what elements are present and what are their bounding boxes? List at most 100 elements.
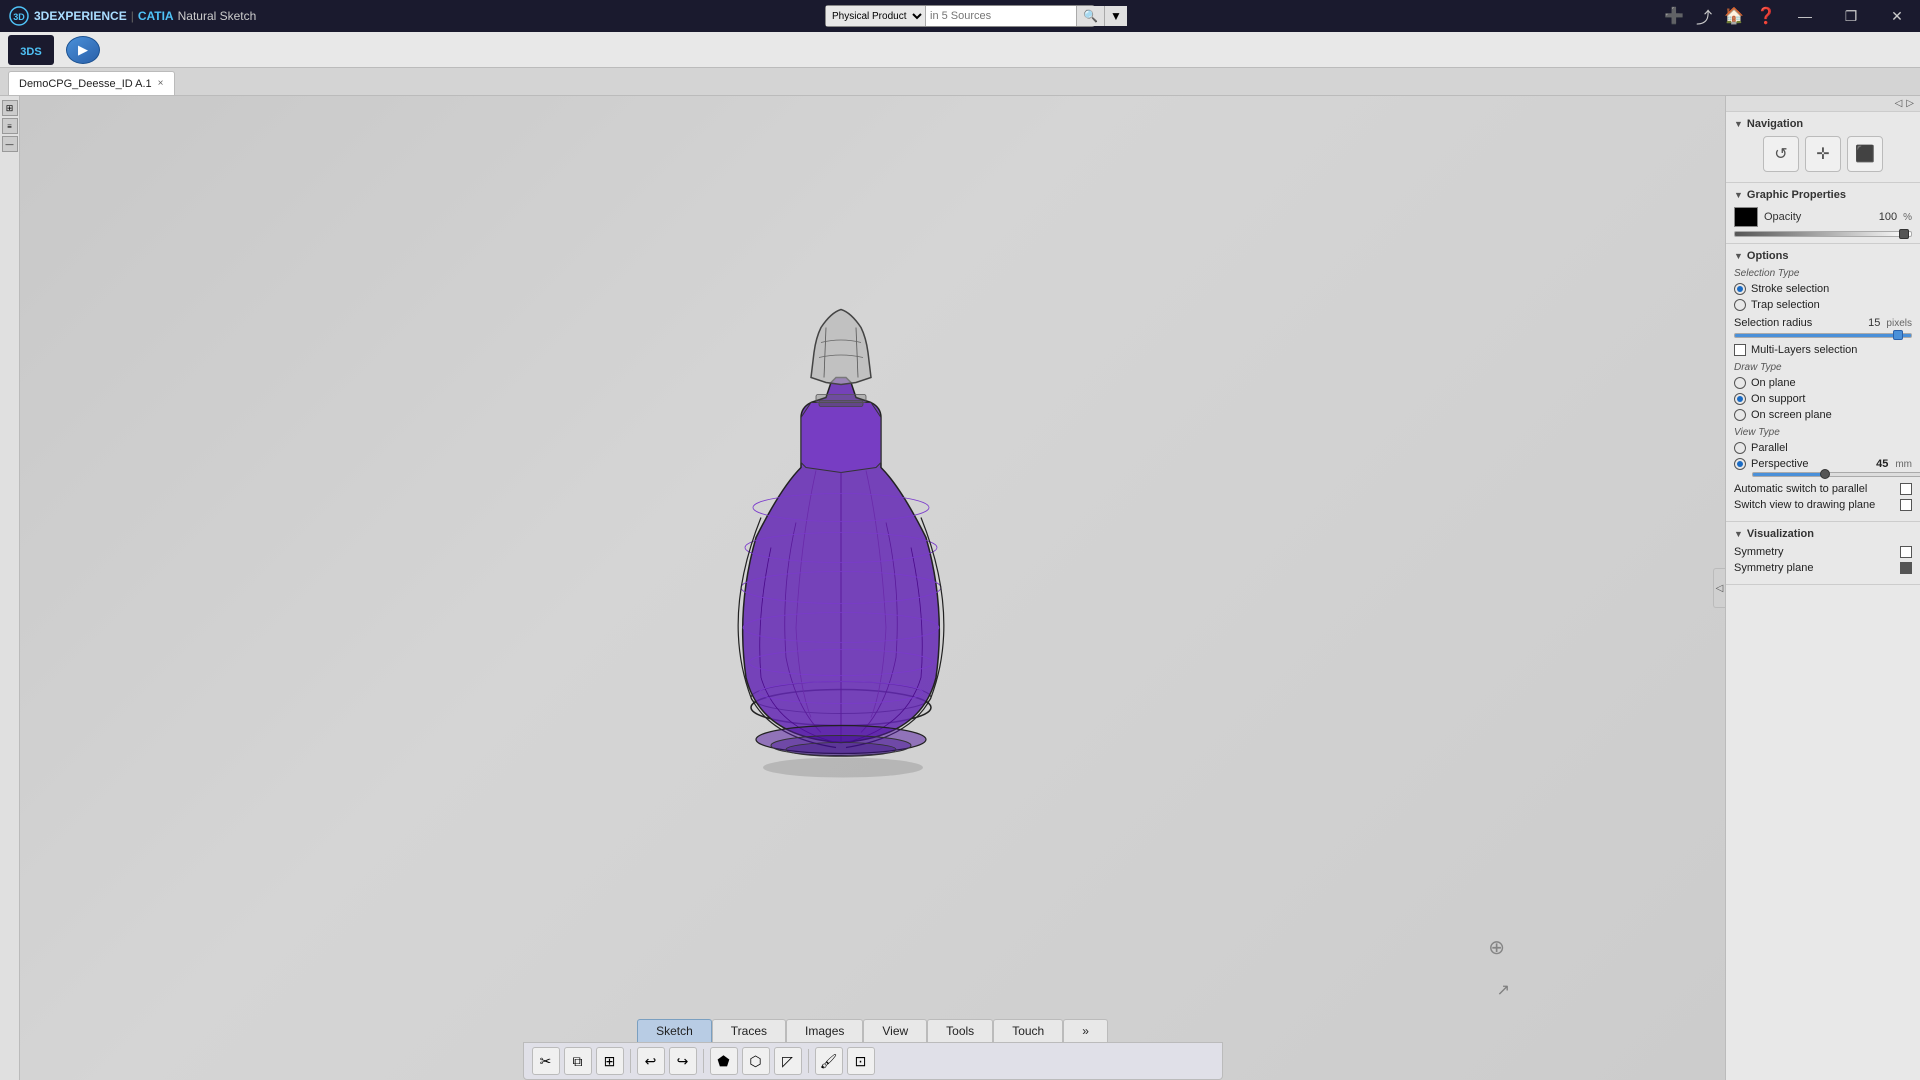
- pan-nav-button[interactable]: ✛: [1805, 136, 1841, 172]
- graphic-properties-title: Graphic Properties: [1747, 189, 1846, 201]
- play-button[interactable]: ▶: [66, 36, 100, 64]
- rotate-nav-button[interactable]: ↺: [1763, 136, 1799, 172]
- tab-close-button[interactable]: ×: [158, 78, 164, 89]
- parallel-row: Parallel: [1734, 442, 1912, 454]
- symmetry-plane-label: Symmetry plane: [1734, 562, 1895, 574]
- navigation-title: Navigation: [1747, 118, 1803, 130]
- on-screen-plane-row: On screen plane: [1734, 409, 1912, 421]
- on-screen-plane-label: On screen plane: [1751, 409, 1832, 421]
- on-plane-row: On plane: [1734, 377, 1912, 389]
- on-support-row: On support: [1734, 393, 1912, 405]
- trap-selection-radio[interactable]: [1734, 299, 1746, 311]
- viz-collapse-arrow: ▼: [1734, 529, 1743, 539]
- bottom-tab-traces[interactable]: Traces: [712, 1019, 786, 1042]
- close-button[interactable]: ✕: [1874, 0, 1920, 32]
- graphic-properties-section: ▼ Graphic Properties Opacity 100 %: [1726, 183, 1920, 244]
- title-bar: 3D 3DEXPERIENCE | CATIA Natural Sketch P…: [0, 0, 1920, 32]
- search-options-button[interactable]: ▼: [1104, 6, 1127, 26]
- share-button[interactable]: ⤴: [1692, 4, 1716, 28]
- sidebar-bot-btn[interactable]: —: [2, 136, 18, 152]
- symmetry-plane-checkbox[interactable]: [1900, 562, 1912, 574]
- on-screen-plane-radio[interactable]: [1734, 409, 1746, 421]
- perspective-slider[interactable]: [1752, 472, 1920, 477]
- perspective-radio[interactable]: [1734, 458, 1746, 470]
- perspective-slider-thumb[interactable]: [1820, 469, 1830, 479]
- add-button[interactable]: ➕: [1660, 6, 1688, 26]
- scissors-tool-btn[interactable]: ✂: [532, 1047, 560, 1075]
- selection-radius-value: 15: [1855, 317, 1880, 329]
- multi-layers-label: Multi-Layers selection: [1751, 344, 1912, 356]
- bottom-tab-view[interactable]: View: [863, 1019, 927, 1042]
- sidebar-top-btn[interactable]: ⊞: [2, 100, 18, 116]
- multi-layers-checkbox[interactable]: [1734, 344, 1746, 356]
- sidebar-mid-btn[interactable]: ≡: [2, 118, 18, 134]
- panel-resize-right[interactable]: ▷: [1904, 98, 1916, 109]
- top-toolbar: 3DS ▶: [0, 32, 1920, 68]
- selection-radius-unit: pixels: [1886, 318, 1912, 329]
- visualization-title: Visualization: [1747, 528, 1814, 540]
- selection-radius-thumb[interactable]: [1893, 330, 1903, 340]
- visualization-header[interactable]: ▼ Visualization: [1734, 528, 1912, 540]
- undo-tool-btn[interactable]: ↩: [637, 1047, 665, 1075]
- auto-switch-checkbox[interactable]: [1900, 483, 1912, 495]
- selection-radius-row: Selection radius 15 pixels: [1734, 317, 1912, 329]
- bottom-tab-tools[interactable]: Tools: [927, 1019, 993, 1042]
- search-input[interactable]: [926, 6, 1076, 26]
- bottom-tab-sketch[interactable]: Sketch: [637, 1019, 712, 1042]
- svg-text:3DS: 3DS: [20, 46, 41, 58]
- home-button[interactable]: 🏠: [1720, 6, 1748, 26]
- navigation-header[interactable]: ▼ Navigation: [1734, 118, 1912, 130]
- bottle-model: [681, 287, 1001, 790]
- minimize-button[interactable]: —: [1782, 0, 1828, 32]
- search-button[interactable]: 🔍: [1076, 6, 1104, 26]
- draw-type-label: Draw Type: [1734, 362, 1912, 373]
- selection-radius-slider[interactable]: [1734, 333, 1912, 338]
- on-plane-label: On plane: [1751, 377, 1796, 389]
- zoom-fit-nav-button[interactable]: ⬛: [1847, 136, 1883, 172]
- file-tab[interactable]: DemoCPG_Deesse_ID A.1 ×: [8, 71, 175, 95]
- auto-switch-row: Automatic switch to parallel: [1734, 483, 1912, 495]
- shape-tool-btn[interactable]: ⬟: [710, 1047, 738, 1075]
- brush-tool-btn[interactable]: 🖌: [815, 1047, 843, 1075]
- svg-text:3D: 3D: [13, 12, 25, 22]
- trap-selection-row: Trap selection: [1734, 299, 1912, 311]
- switch-drawing-checkbox[interactable]: [1900, 499, 1912, 511]
- toolbar-separator-0: [630, 1049, 631, 1073]
- panel-resize-left[interactable]: ◁: [1893, 98, 1905, 109]
- search-scope-select[interactable]: Physical Product: [826, 6, 926, 26]
- duplicate-tool-btn[interactable]: ⊞: [596, 1047, 624, 1075]
- triangle-tool-btn[interactable]: ◸: [774, 1047, 802, 1075]
- symmetry-row: Symmetry: [1734, 546, 1912, 558]
- box-tool-btn[interactable]: ⊡: [847, 1047, 875, 1075]
- switch-drawing-label: Switch view to drawing plane: [1734, 499, 1895, 511]
- on-plane-radio[interactable]: [1734, 377, 1746, 389]
- graphic-properties-header[interactable]: ▼ Graphic Properties: [1734, 189, 1912, 201]
- parallel-radio[interactable]: [1734, 442, 1746, 454]
- bottom-tab-images[interactable]: Images: [786, 1019, 863, 1042]
- panel-collapse-handle[interactable]: ◁: [1713, 568, 1725, 608]
- copy-tool-btn[interactable]: ⧉: [564, 1047, 592, 1075]
- tab-bar: DemoCPG_Deesse_ID A.1 ×: [0, 68, 1920, 96]
- parallel-label: Parallel: [1751, 442, 1788, 454]
- bottom-tab-touch[interactable]: Touch: [993, 1019, 1063, 1042]
- stroke-selection-radio[interactable]: [1734, 283, 1746, 295]
- options-title: Options: [1747, 250, 1789, 262]
- shape2-tool-btn[interactable]: ⬡: [742, 1047, 770, 1075]
- view-type-group: View Type Parallel Perspective 45 mm: [1734, 427, 1912, 511]
- symmetry-checkbox[interactable]: [1900, 546, 1912, 558]
- color-swatch[interactable]: [1734, 207, 1758, 227]
- trap-selection-label: Trap selection: [1751, 299, 1820, 311]
- perspective-value: 45: [1876, 458, 1888, 470]
- restore-button[interactable]: ❐: [1828, 0, 1874, 32]
- stroke-selection-row: Stroke selection: [1734, 283, 1912, 295]
- bottom-tab-more[interactable]: »: [1063, 1019, 1108, 1042]
- options-header[interactable]: ▼ Options: [1734, 250, 1912, 262]
- options-collapse-arrow: ▼: [1734, 251, 1743, 261]
- redo-tool-btn[interactable]: ↪: [669, 1047, 697, 1075]
- on-support-radio[interactable]: [1734, 393, 1746, 405]
- opacity-slider[interactable]: [1734, 231, 1912, 237]
- perspective-label: Perspective: [1751, 458, 1808, 470]
- opacity-slider-thumb[interactable]: [1899, 229, 1909, 239]
- help-button[interactable]: ❓: [1752, 6, 1780, 26]
- bottom-toolbar: SketchTracesImagesViewToolsTouch» ✂⧉⊞ ↩↪ ⬟…: [523, 1019, 1223, 1080]
